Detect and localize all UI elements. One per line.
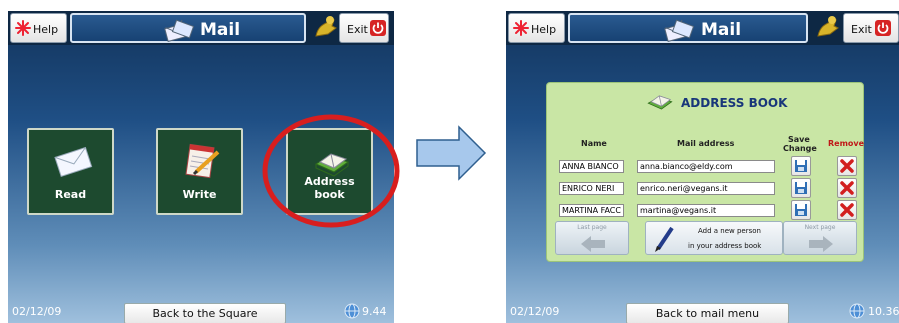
back-to-mail-menu-button[interactable]: Back to mail menu	[626, 303, 789, 323]
status-bar: 02/12/09 Back to the Square 9.44	[8, 301, 394, 323]
pen-icon	[655, 226, 674, 252]
column-header-mail: Mail address	[677, 139, 735, 148]
globe-icon	[344, 303, 360, 319]
exit-button[interactable]: Exit	[339, 13, 389, 43]
add-person-label-1: Add a new person	[698, 227, 761, 235]
page-title: Mail	[200, 20, 241, 40]
help-label: Help	[33, 23, 59, 36]
address-book-screen: Help Mail Exit ADDRESS BOOK Name Mail ad…	[506, 11, 899, 323]
write-tile[interactable]: Write	[156, 128, 243, 215]
column-header-save-2: Change	[783, 144, 817, 153]
save-change-button[interactable]	[791, 178, 811, 198]
eldy-logo-icon	[315, 16, 337, 37]
contact-name-field[interactable]: MARTINA FACC	[559, 204, 624, 217]
top-bar: Help Mail Exit	[506, 11, 899, 45]
column-header-remove: Remove	[828, 139, 865, 148]
exit-label: Exit	[347, 23, 368, 36]
help-star-icon	[513, 20, 529, 36]
title-bar: Mail	[70, 13, 306, 43]
right-arrow-icon	[809, 236, 833, 252]
help-button[interactable]: Help	[10, 13, 67, 43]
address-book-title: ADDRESS BOOK	[681, 96, 788, 110]
back-to-square-button[interactable]: Back to the Square	[124, 303, 286, 323]
highlight-circle	[262, 114, 400, 228]
page-title: Mail	[701, 20, 742, 40]
globe-icon	[849, 303, 865, 319]
address-book-panel: ADDRESS BOOK Name Mail address Save Chan…	[546, 82, 864, 262]
column-header-save-1: Save	[788, 135, 810, 144]
exit-button[interactable]: Exit	[843, 13, 899, 43]
eldy-logo-icon	[817, 16, 839, 37]
help-button[interactable]: Help	[508, 13, 565, 43]
last-page-button[interactable]: Last page	[555, 221, 629, 255]
red-x-icon	[840, 159, 854, 173]
exit-label: Exit	[851, 23, 872, 36]
help-label: Help	[531, 23, 557, 36]
add-person-label-2: in your address book	[688, 242, 762, 250]
save-change-button[interactable]	[791, 200, 811, 220]
power-icon	[370, 20, 386, 36]
transition-arrow-icon	[416, 125, 487, 181]
save-change-button[interactable]	[791, 156, 811, 176]
mail-icon	[164, 19, 194, 42]
next-page-button[interactable]: Next page	[783, 221, 857, 255]
remove-button[interactable]	[837, 156, 857, 176]
contact-email-field[interactable]: anna.bianco@eldy.com	[637, 160, 775, 173]
top-bar: Help Mail Exit	[8, 11, 394, 45]
contact-email-field[interactable]: enrico.neri@vegans.it	[637, 182, 775, 195]
envelope-icon	[54, 146, 93, 178]
notepad-pen-icon	[185, 143, 220, 179]
clock-display: 10.36	[868, 305, 899, 318]
contact-name-field[interactable]: ANNA BIANCO	[559, 160, 624, 173]
red-x-icon	[840, 203, 854, 217]
status-bar: 02/12/09 Back to mail menu 10.36	[506, 301, 899, 323]
mail-icon	[664, 19, 694, 42]
title-bar: Mail	[568, 13, 808, 43]
address-book-icon	[647, 95, 673, 110]
contact-name-field[interactable]: ENRICO NERI	[559, 182, 624, 195]
floppy-disk-icon	[795, 204, 807, 216]
remove-button[interactable]	[837, 178, 857, 198]
floppy-disk-icon	[795, 160, 807, 172]
help-star-icon	[15, 20, 31, 36]
last-page-label: Last page	[577, 224, 607, 231]
red-x-icon	[840, 181, 854, 195]
date-display: 02/12/09	[510, 305, 560, 318]
next-page-label: Next page	[804, 224, 836, 231]
clock-display: 9.44	[362, 305, 387, 318]
date-display: 02/12/09	[12, 305, 62, 318]
left-arrow-icon	[581, 236, 605, 252]
add-person-button[interactable]: Add a new person in your address book	[645, 221, 783, 255]
floppy-disk-icon	[795, 182, 807, 194]
power-icon	[875, 20, 891, 36]
remove-button[interactable]	[837, 200, 857, 220]
contact-email-field[interactable]: martina@vegans.it	[637, 204, 775, 217]
write-label: Write	[182, 188, 217, 201]
read-label: Read	[54, 188, 87, 201]
column-header-name: Name	[581, 139, 607, 148]
read-tile[interactable]: Read	[27, 128, 114, 215]
